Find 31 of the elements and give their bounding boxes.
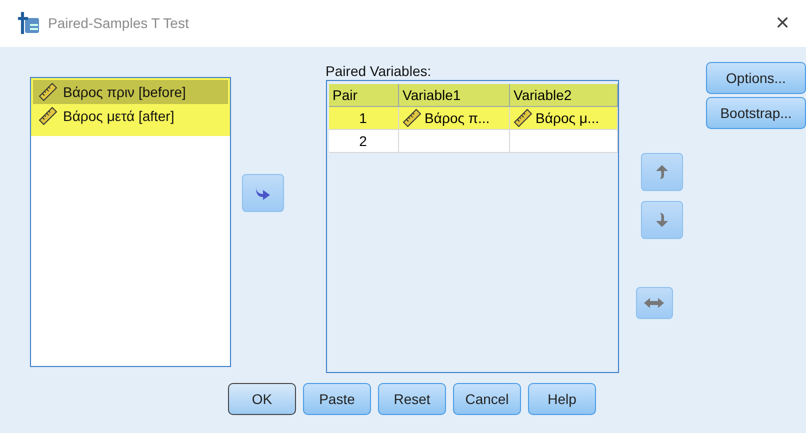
dialog-button[interactable]: Options... (706, 62, 806, 94)
window-title: Paired-Samples T Test (48, 15, 190, 32)
table-cell: 2 (328, 130, 399, 153)
variable-list[interactable]: Βάρος πριν [before] Βάρος μετά [after] (30, 76, 231, 367)
paired-variables-label: Paired Variables: (326, 62, 432, 77)
table-cell: 1 (328, 106, 399, 130)
swap-button[interactable] (636, 286, 673, 319)
column-header: Variable2 (510, 84, 618, 107)
variable-item[interactable]: Βάρος μετά [after] (33, 104, 228, 128)
cell-text: Βάρος π... (424, 110, 490, 126)
dialog-button[interactable]: Cancel (453, 382, 521, 415)
paired-table[interactable]: Pair Variable1 Variable2 1 Βάρος π... Βάρος μ... 2 (326, 80, 619, 373)
dialog-button[interactable]: Reset (378, 382, 446, 415)
column-header: Variable1 (398, 84, 510, 107)
up-arrow-icon (656, 164, 668, 179)
column-header: Pair (328, 84, 399, 107)
dialog-button[interactable]: OK (228, 382, 296, 415)
variable-label: Βάρος μετά [after] (63, 108, 174, 124)
down-arrow-icon (656, 212, 668, 227)
dialog-button[interactable]: Paste (303, 382, 371, 415)
variable-label: Βάρος πριν [before] (63, 84, 186, 100)
move-down-button[interactable] (641, 200, 684, 239)
app-icon (18, 12, 40, 34)
move-right-button[interactable] (242, 174, 284, 212)
move-up-button[interactable] (641, 152, 684, 191)
close-button[interactable]: ✕ (771, 12, 794, 34)
variable-item[interactable]: Βάρος πριν [before] (33, 80, 228, 104)
cell-text: Βάρος μ... (536, 110, 600, 126)
dialog-button[interactable]: Help (528, 382, 596, 415)
double-arrow-icon (644, 298, 664, 308)
dialog-button[interactable]: Bootstrap... (706, 96, 806, 129)
